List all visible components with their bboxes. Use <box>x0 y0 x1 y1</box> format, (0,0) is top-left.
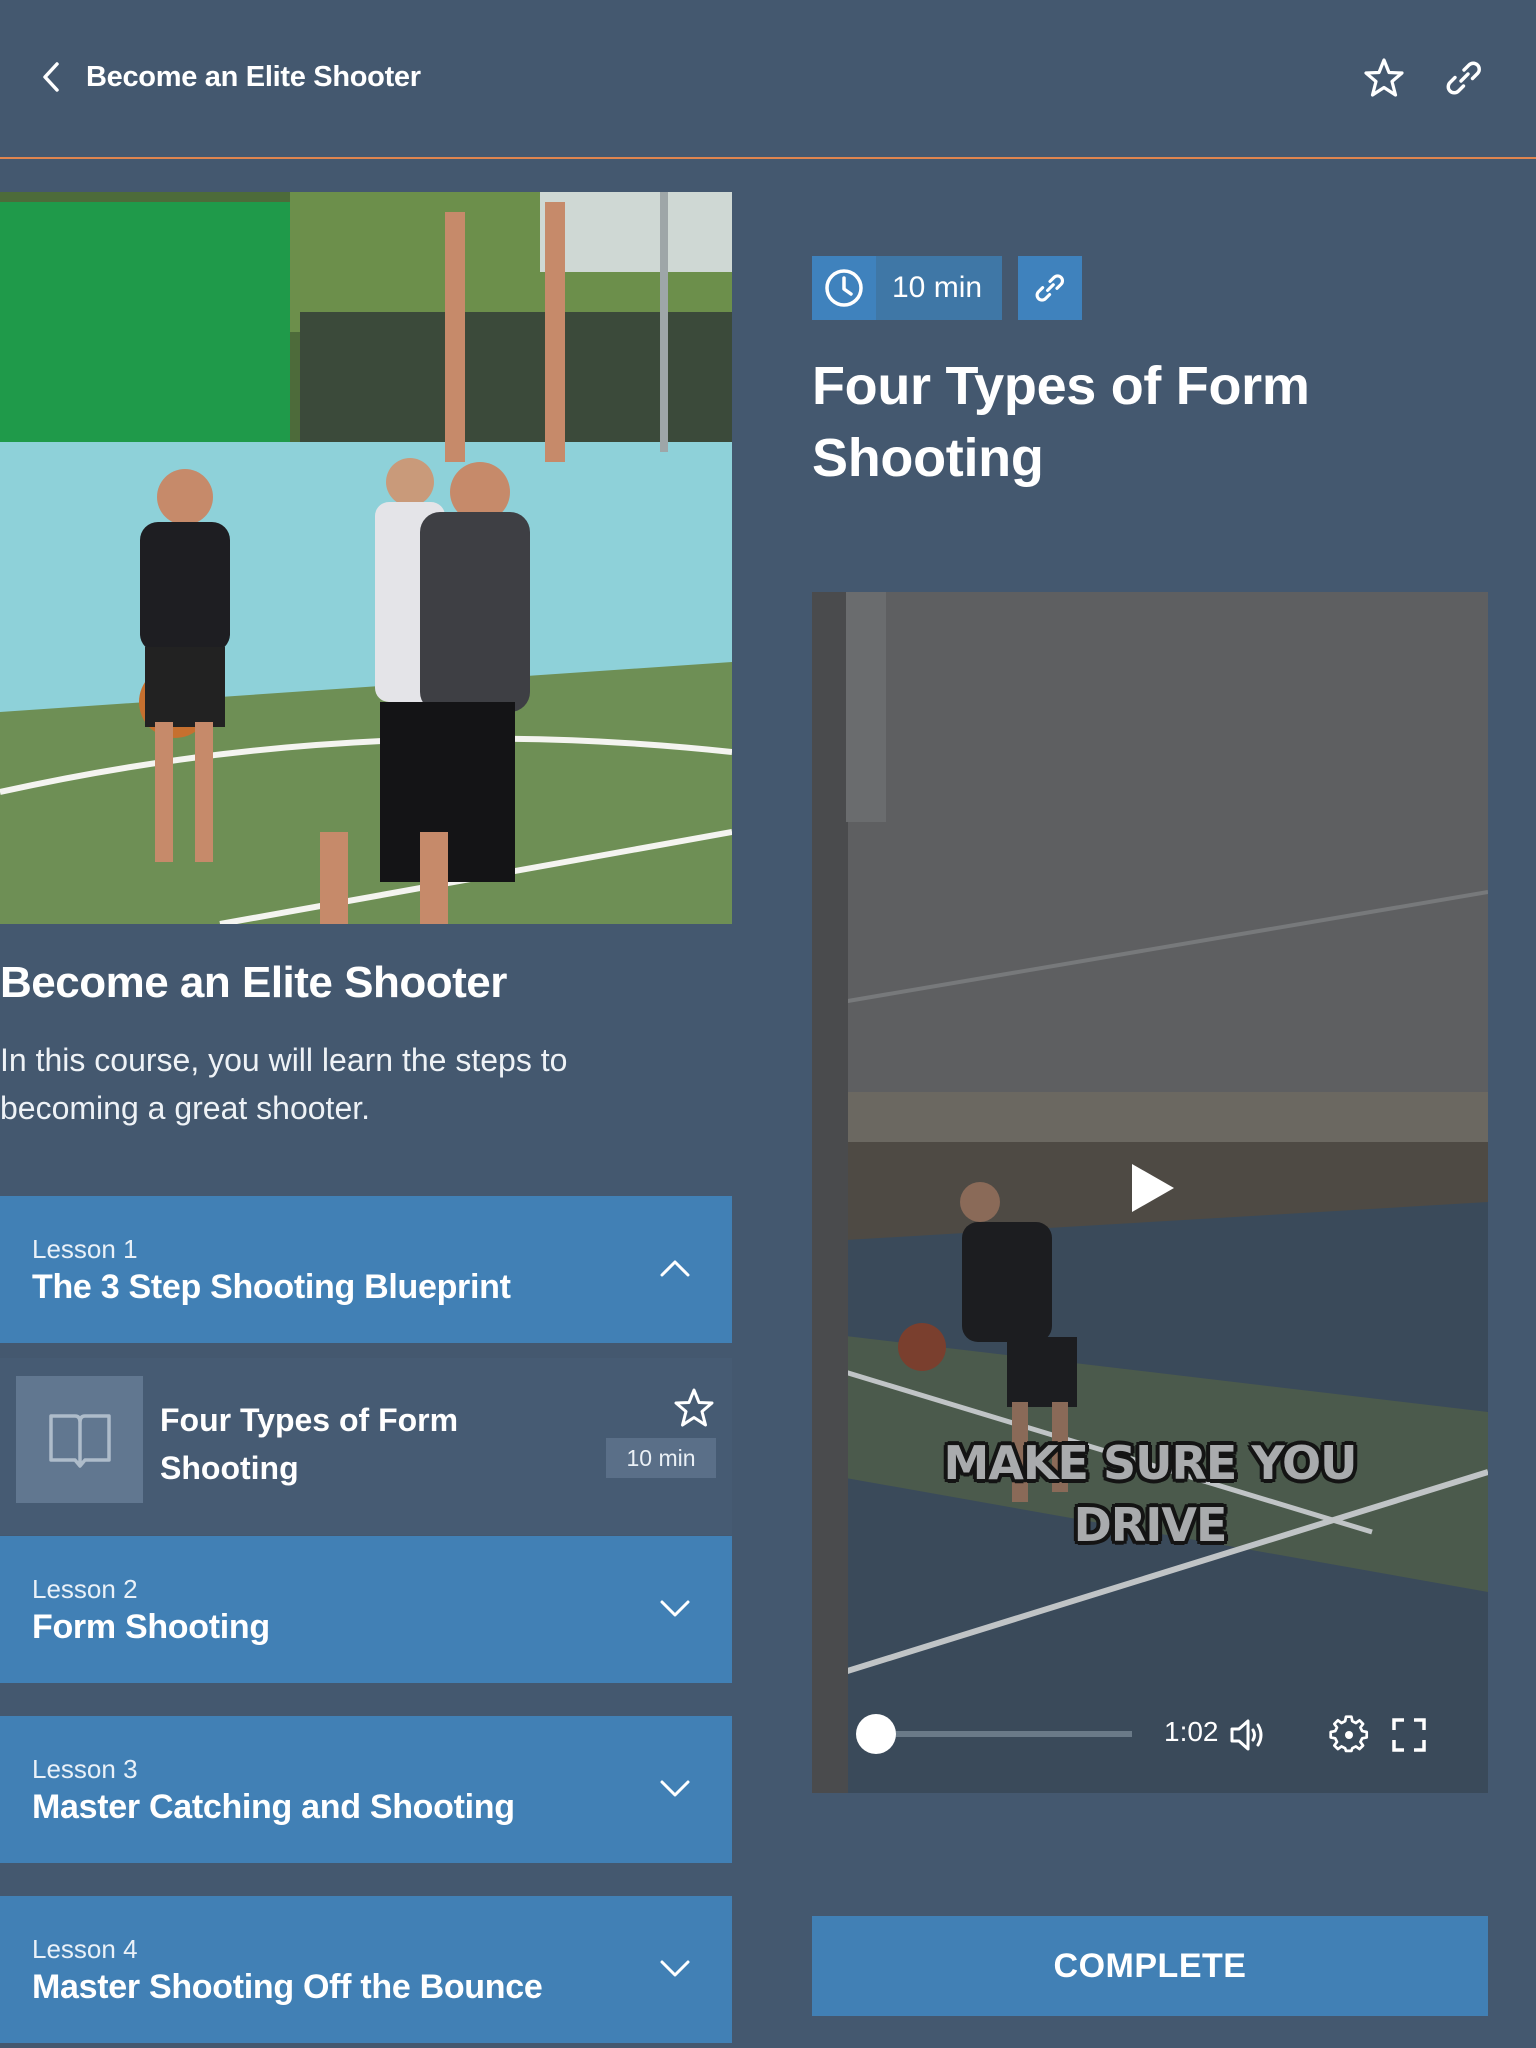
lesson-title: The 3 Step Shooting Blueprint <box>32 1268 511 1306</box>
play-icon[interactable] <box>1130 1162 1176 1214</box>
lesson-number: Lesson 1 <box>32 1234 138 1264</box>
lesson-title: Master Catching and Shooting <box>32 1788 515 1826</box>
lesson-title: Master Shooting Off the Bounce <box>32 1968 543 2006</box>
top-bar: Become an Elite Shooter <box>0 0 1536 159</box>
copy-link-button[interactable] <box>1442 56 1486 100</box>
video-caption: MAKE SURE YOU DRIVE <box>943 1436 1358 1552</box>
clock-icon <box>825 269 863 307</box>
lesson-item-duration: 10 min <box>606 1438 716 1478</box>
fullscreen-button[interactable] <box>1388 1714 1430 1756</box>
volume-icon <box>1230 1719 1263 1751</box>
lesson-1-header[interactable]: Lesson 1 The 3 Step Shooting Blueprint <box>0 1196 732 1343</box>
video-controls: 1:02 <box>812 1704 1488 1764</box>
seek-bar[interactable] <box>856 1714 1132 1754</box>
chevron-down-icon <box>660 1600 690 1617</box>
duration-badge: 10 min <box>812 256 1002 320</box>
lesson-item-thumbnail <box>16 1376 143 1503</box>
lesson-number: Lesson 3 <box>32 1754 138 1784</box>
duration-text: 10 min <box>876 256 1002 320</box>
lesson-number: Lesson 4 <box>32 1934 138 1964</box>
back-label: Become an Elite Shooter <box>86 60 421 93</box>
chevron-left-icon <box>43 62 59 92</box>
back-button[interactable]: Become an Elite Shooter <box>38 60 421 94</box>
book-icon <box>48 1413 111 1468</box>
star-outline-icon <box>1364 58 1404 97</box>
video-time: 1:02 <box>1164 1716 1219 1747</box>
gear-icon <box>1329 1715 1369 1753</box>
chevron-down-icon <box>660 1960 690 1977</box>
lesson-2-header[interactable]: Lesson 2 Form Shooting <box>0 1536 732 1683</box>
chevron-down-icon <box>660 1780 690 1797</box>
seek-handle[interactable] <box>856 1714 896 1754</box>
volume-button[interactable] <box>1228 1714 1270 1756</box>
copy-lesson-link-button[interactable] <box>1018 256 1082 320</box>
link-icon <box>1446 61 1481 95</box>
settings-button[interactable] <box>1328 1714 1370 1756</box>
lesson-3-header[interactable]: Lesson 3 Master Catching and Shooting <box>0 1716 732 1863</box>
lesson-item-title: Four Types of Form Shooting <box>160 1402 459 1486</box>
lesson-meta: 10 min <box>812 256 1082 320</box>
complete-button[interactable]: COMPLETE <box>812 1916 1488 2016</box>
seek-track <box>876 1731 1132 1737</box>
chevron-up-icon <box>660 1260 690 1277</box>
lesson-item-four-types-of-form-shooting[interactable]: Four Types of Form Shooting 10 min <box>0 1358 732 1535</box>
course-title: Become an Elite Shooter <box>0 958 507 1007</box>
link-icon <box>1035 274 1065 302</box>
course-description: In this course, you will learn the steps… <box>0 1042 568 1126</box>
course-cover-image <box>0 192 732 924</box>
fullscreen-icon <box>1392 1718 1426 1752</box>
video-player[interactable]: MAKE SURE YOU DRIVE 1:02 <box>812 592 1488 1793</box>
star-outline-icon <box>674 1388 714 1427</box>
lesson-detail-title: Four Types of Form Shooting <box>812 356 1310 488</box>
favorite-lesson-item-button[interactable] <box>672 1386 716 1430</box>
lesson-4-header[interactable]: Lesson 4 Master Shooting Off the Bounce <box>0 1896 732 2043</box>
lesson-number: Lesson 2 <box>32 1574 138 1604</box>
lesson-title: Form Shooting <box>32 1608 270 1646</box>
favorite-course-button[interactable] <box>1362 56 1406 100</box>
